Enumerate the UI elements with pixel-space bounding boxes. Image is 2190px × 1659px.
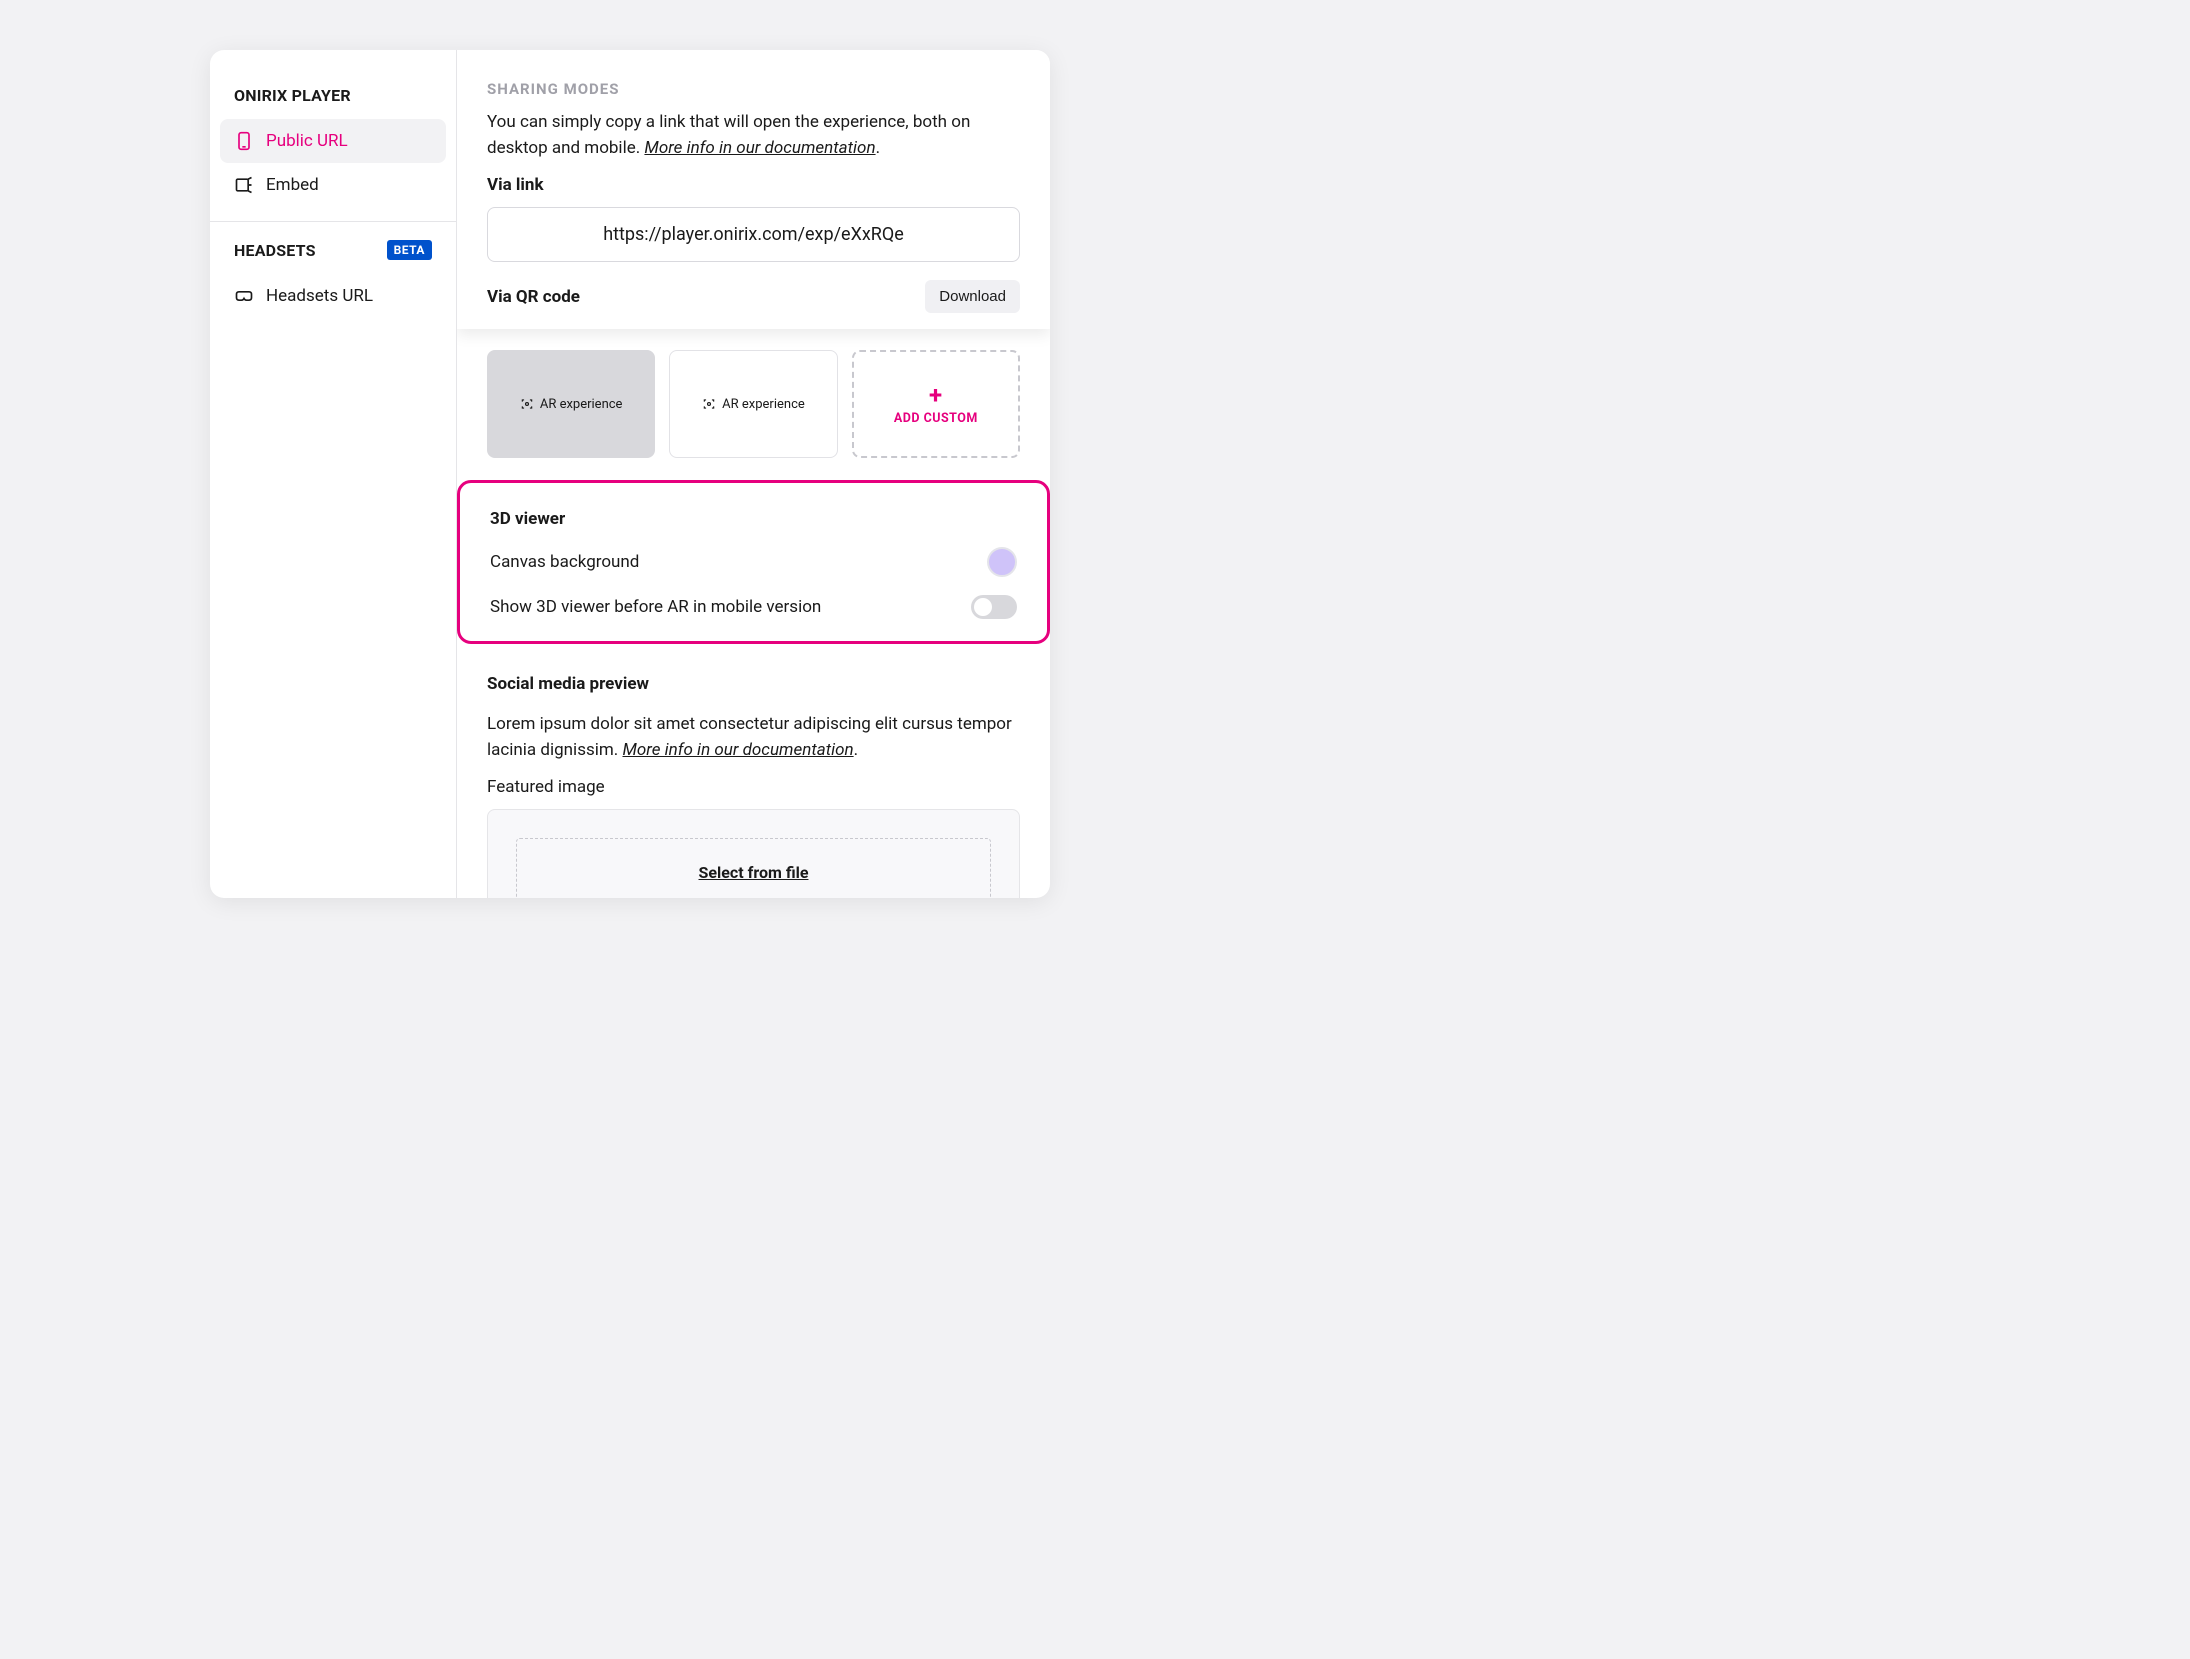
sidebar-heading-headsets: HEADSETS BETA [210,222,456,274]
viewer-title: 3D viewer [490,509,1017,529]
ar-target-icon [702,397,716,411]
sidebar-item-embed[interactable]: Embed [220,163,446,207]
sidebar-heading-player: ONIRIX PLAYER [210,80,456,119]
social-doc-link[interactable]: More info in our documentation [622,740,853,760]
share-settings-modal: ONIRIX PLAYER Public URL Embed HEAD [210,50,1050,898]
sharing-header: SHARING MODES You can simply copy a link… [457,50,1050,329]
upload-dropzone[interactable]: Select from file [516,838,991,898]
show-3d-toggle[interactable] [971,595,1017,619]
via-qr-label: Via QR code [487,287,580,307]
ar-target-icon [520,397,534,411]
add-custom-card[interactable]: + ADD CUSTOM [852,350,1020,458]
beta-badge: BETA [387,240,432,260]
experience-cards-row: AR experience AR experience + [487,350,1020,458]
experience-card[interactable]: AR experience [669,350,837,458]
canvas-background-row: Canvas background [490,547,1017,577]
social-description: Lorem ipsum dolor sit amet consectetur a… [487,712,1020,763]
sidebar: ONIRIX PLAYER Public URL Embed HEAD [210,50,457,898]
sidebar-item-label: Public URL [266,131,348,151]
via-link-label: Via link [487,175,1020,195]
sharing-doc-link[interactable]: More info in our documentation [644,138,875,158]
featured-image-uploader: Select from file [487,809,1020,898]
viewer-section: 3D viewer Canvas background Show 3D view… [457,480,1050,644]
select-from-file-link[interactable]: Select from file [699,863,809,882]
share-url-box[interactable]: https://player.onirix.com/exp/eXxRQe [487,207,1020,262]
embed-icon [234,175,254,195]
plus-icon: + [929,383,943,407]
headset-icon [234,286,254,306]
social-section: Social media preview Lorem ipsum dolor s… [487,674,1020,898]
sharing-eyebrow: SHARING MODES [487,80,1020,98]
main-panel: AR experience AR experience + [457,50,1050,898]
featured-image-label: Featured image [487,777,1020,797]
sharing-description: You can simply copy a link that will ope… [487,110,1020,161]
sidebar-item-label: Embed [266,175,319,195]
social-title: Social media preview [487,674,1020,694]
canvas-color-swatch[interactable] [987,547,1017,577]
experience-card-selected[interactable]: AR experience [487,350,655,458]
show-3d-before-ar-row: Show 3D viewer before AR in mobile versi… [490,595,1017,619]
download-qr-button[interactable]: Download [925,280,1020,313]
sidebar-item-label: Headsets URL [266,286,373,306]
sidebar-item-headsets-url[interactable]: Headsets URL [220,274,446,318]
sidebar-item-public-url[interactable]: Public URL [220,119,446,163]
phone-icon [234,131,254,151]
